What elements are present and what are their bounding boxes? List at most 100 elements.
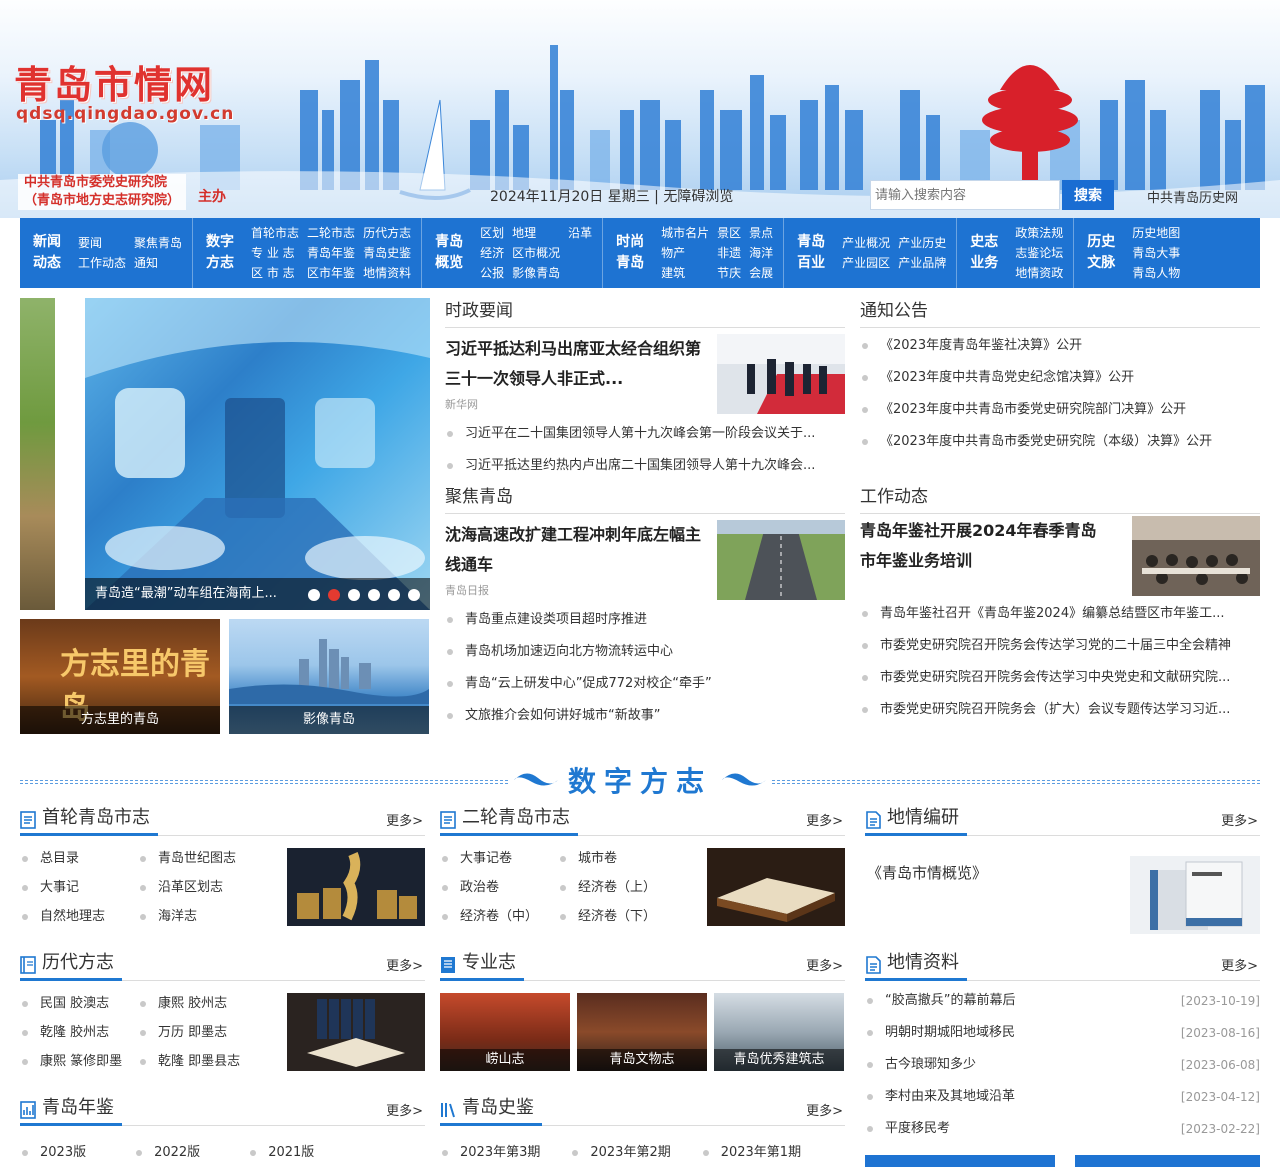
nav-item[interactable]: 海洋 xyxy=(749,244,773,263)
nav-item[interactable]: 要闻 xyxy=(78,234,126,253)
nav-item[interactable]: 历史地图 xyxy=(1132,224,1180,243)
nav-item[interactable]: 产业概况 xyxy=(842,234,890,253)
box-title[interactable]: 历代方志 xyxy=(20,948,122,981)
headline-photo[interactable] xyxy=(717,334,845,414)
slider-main-image[interactable]: 青岛造“最潮”动车组在海南上... xyxy=(85,298,430,610)
link-item[interactable]: 2023版 xyxy=(20,1142,86,1164)
accessibility-link[interactable]: 无障碍浏览 xyxy=(663,189,733,205)
section-title[interactable]: 时政要闻 xyxy=(445,296,845,328)
slider-dot[interactable] xyxy=(408,589,420,601)
card-caption[interactable]: 崂山志 xyxy=(440,1049,570,1071)
list-item[interactable]: 《2023年度中共青岛市委党史研究院（本级）决算》公开 xyxy=(860,426,1260,458)
slider-dot[interactable] xyxy=(388,589,400,601)
link-item[interactable]: 万历 即墨志 xyxy=(138,1022,256,1044)
nav-group-head[interactable]: 青岛百业 xyxy=(794,232,828,274)
more-link[interactable]: 更多> xyxy=(386,1100,423,1119)
thumb-fangzhi-qingdao[interactable]: 方志里的青岛 方志里的青岛 xyxy=(20,619,220,734)
section-title[interactable]: 工作动态 xyxy=(860,482,1260,514)
headline-title[interactable]: 青岛年鉴社开展2024年春季青岛市年鉴业务培训 xyxy=(860,516,1105,576)
more-link[interactable]: 更多> xyxy=(1221,810,1258,829)
list-item[interactable]: [2023-08-16] 明朝时期城阳地域移民 xyxy=(865,1017,1260,1049)
headline-photo[interactable] xyxy=(1132,516,1260,596)
nav-item[interactable]: 景点 xyxy=(749,224,773,243)
link-item[interactable]: 康熙 篆修即墨 xyxy=(20,1051,138,1073)
list-item[interactable]: 青岛年鉴社召开《青岛年鉴2024》编纂总结暨区市年鉴工... xyxy=(860,598,1260,630)
nav-item[interactable]: 二轮市志 xyxy=(307,224,355,243)
nav-item[interactable]: 历代方志 xyxy=(363,224,411,243)
nav-item[interactable]: 会展 xyxy=(749,264,773,283)
list-item[interactable]: [2023-02-22] 平度移民考 xyxy=(865,1113,1260,1145)
section-title[interactable]: 聚焦青岛 xyxy=(445,482,845,514)
link-item[interactable]: 经济卷（下） xyxy=(558,906,676,928)
nav-item[interactable]: 地理 xyxy=(512,224,560,243)
annals-books-image[interactable] xyxy=(707,848,845,926)
list-item[interactable]: 《2023年度中共青岛党史纪念馆决算》公开 xyxy=(860,362,1260,394)
survey-link[interactable]: 《青岛市情概览》 xyxy=(867,862,987,883)
nav-item[interactable]: 经济 xyxy=(480,244,504,263)
list-item[interactable]: 青岛“云上研发中心”促成772对校企“牵手” xyxy=(445,668,845,700)
nav-item[interactable]: 区市年鉴 xyxy=(307,264,355,283)
link-item[interactable]: 海洋志 xyxy=(138,906,256,928)
nav-item[interactable]: 产业品牌 xyxy=(898,254,946,273)
link-item[interactable]: 康熙 胶州志 xyxy=(138,993,256,1015)
headline-photo[interactable] xyxy=(717,520,845,600)
item-title[interactable]: 李村由来及其地域沿革 xyxy=(885,1089,1015,1104)
thumb-image-qingdao[interactable]: 影像青岛 xyxy=(229,619,429,734)
more-link[interactable]: 更多> xyxy=(806,1100,843,1119)
nav-item[interactable]: 公报 xyxy=(480,264,504,283)
nav-item[interactable]: 通知 xyxy=(134,254,182,273)
more-link[interactable]: 更多> xyxy=(386,810,423,829)
slider-prev-preview[interactable] xyxy=(20,298,55,610)
link-item[interactable]: 民国 胶澳志 xyxy=(20,993,138,1015)
list-item[interactable]: 文旅推介会如何讲好城市“新故事” xyxy=(445,700,845,732)
thumb-caption[interactable]: 影像青岛 xyxy=(229,706,429,734)
annals-books-image[interactable] xyxy=(287,848,425,926)
link-item[interactable]: 沿革区划志 xyxy=(138,877,256,899)
nav-item[interactable]: 青岛人物 xyxy=(1132,264,1180,283)
more-link[interactable]: 更多> xyxy=(1221,955,1258,974)
box-title[interactable]: 专业志 xyxy=(440,948,524,981)
nav-item[interactable]: 产业园区 xyxy=(842,254,890,273)
list-item[interactable]: [2023-06-08] 古今琅琊知多少 xyxy=(865,1049,1260,1081)
link-item[interactable]: 2021版 xyxy=(248,1142,314,1164)
nav-item[interactable]: 青岛史鉴 xyxy=(363,244,411,263)
nav-group-head[interactable]: 时尚青岛 xyxy=(613,232,647,274)
news-slider[interactable]: 青岛造“最潮”动车组在海南上... xyxy=(20,298,430,610)
list-item[interactable]: 青岛重点建设类项目超时序推进 xyxy=(445,604,845,636)
card-architecture[interactable]: 青岛优秀建筑志 xyxy=(714,993,844,1071)
section-title[interactable]: 通知公告 xyxy=(860,296,1260,328)
link-item[interactable]: 政治卷 xyxy=(440,877,558,899)
ancient-books-image[interactable] xyxy=(287,993,425,1071)
link-item[interactable]: 总目录 xyxy=(20,848,138,870)
search-input[interactable] xyxy=(871,181,1059,209)
thumb-caption[interactable]: 方志里的青岛 xyxy=(20,706,220,734)
item-title[interactable]: 古今琅琊知多少 xyxy=(885,1057,976,1072)
party-history-site-link[interactable]: 中共青岛历史网 xyxy=(1147,187,1238,206)
card-cultural-relics[interactable]: 青岛文物志 xyxy=(577,993,707,1071)
nav-item[interactable]: 青岛大事 xyxy=(1132,244,1180,263)
nav-item[interactable]: 志鉴论坛 xyxy=(1015,244,1063,263)
box-title[interactable]: 地情编研 xyxy=(865,803,967,836)
search-button[interactable]: 搜索 xyxy=(1062,180,1114,210)
item-title[interactable]: 明朝时期城阳地域移民 xyxy=(885,1025,1015,1040)
link-item[interactable]: 2023年第1期 xyxy=(701,1142,801,1164)
slider-dot[interactable] xyxy=(368,589,380,601)
item-title[interactable]: “胶高撤兵”的幕前幕后 xyxy=(885,993,1015,1008)
nav-item[interactable]: 区市概况 xyxy=(512,244,560,263)
headline-title[interactable]: 习近平抵达利马出席亚太经合组织第三十一次领导人非正式... xyxy=(445,334,705,394)
nav-item[interactable]: 景区 xyxy=(717,224,741,243)
nav-item[interactable]: 建筑 xyxy=(661,264,709,283)
nav-item[interactable]: 地情资政 xyxy=(1015,264,1063,283)
list-item[interactable]: 习近平抵达里约热内卢出席二十国集团领导人第十九次峰会... xyxy=(445,450,845,482)
link-item[interactable]: 大事记卷 xyxy=(440,848,558,870)
nav-group-head[interactable]: 历史文脉 xyxy=(1084,232,1118,274)
box-title[interactable]: 首轮青岛市志 xyxy=(20,803,158,836)
card-caption[interactable]: 青岛优秀建筑志 xyxy=(714,1049,844,1071)
list-item[interactable]: 《2023年度青岛年鉴社决算》公开 xyxy=(860,330,1260,362)
nav-item[interactable]: 地情资料 xyxy=(363,264,411,283)
box-title[interactable]: 青岛史鉴 xyxy=(440,1093,542,1126)
link-item[interactable]: 乾隆 即墨县志 xyxy=(138,1051,256,1073)
link-item[interactable]: 2023年第3期 xyxy=(440,1142,540,1164)
nav-item[interactable]: 产业历史 xyxy=(898,234,946,253)
link-item[interactable]: 2022版 xyxy=(134,1142,200,1164)
